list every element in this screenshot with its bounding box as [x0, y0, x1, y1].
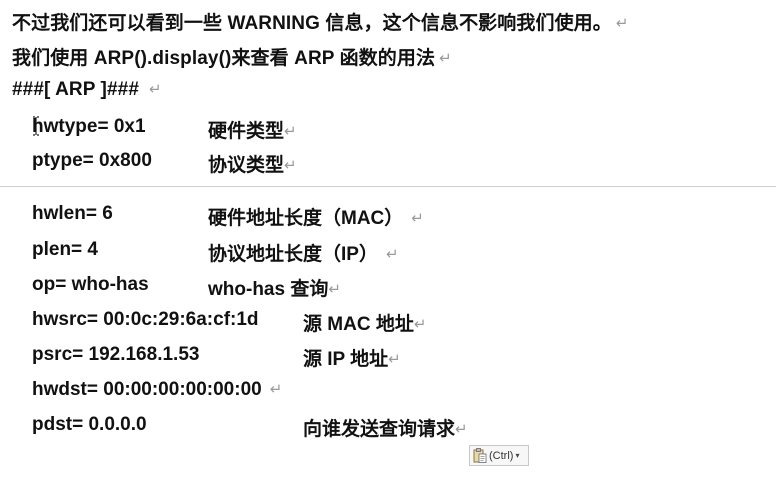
- field-description: who-has 查询↵: [208, 279, 341, 300]
- field-text: psrc= 192.168.1.53: [32, 344, 200, 365]
- field-text: hwsrc= 00:0c:29:6a:cf:1d: [32, 309, 259, 330]
- field-description: 硬件地址长度（MAC） ↵: [208, 208, 424, 229]
- field-row-pdst: pdst= 0.0.0.0 向谁发送查询请求↵: [32, 414, 752, 440]
- paste-options-button[interactable]: (Ctrl) ▾: [469, 445, 529, 466]
- paragraph-mark: ↵: [615, 15, 629, 32]
- intro-line-1: 不过我们还可以看到一些 WARNING 信息，这个信息不影响我们使用。 ↵: [12, 8, 629, 35]
- field-row-plen: plen= 4 协议地址长度（IP） ↵: [32, 239, 752, 265]
- field-description: 向谁发送查询请求↵: [303, 419, 468, 440]
- document-page[interactable]: 不过我们还可以看到一些 WARNING 信息，这个信息不影响我们使用。 ↵ 我们使…: [0, 0, 776, 477]
- intro-line-2: 我们使用 ARP().display()来查看 ARP 函数的用法 ↵: [12, 43, 452, 70]
- intro-line-3: ###[ ARP ]### ↵: [12, 79, 162, 101]
- paragraph-mark: ↵: [148, 81, 162, 98]
- field-text: hwlen= 6: [32, 203, 113, 224]
- intro-text-2: 我们使用 ARP().display()来查看 ARP 函数的用法: [12, 48, 436, 69]
- field-row-hwsrc: hwsrc= 00:0c:29:6a:cf:1d 源 MAC 地址↵: [32, 309, 752, 335]
- field-text: hwdst= 00:00:00:00:00:00 ↵: [32, 379, 283, 400]
- paragraph-mark: ↵: [439, 50, 452, 67]
- field-text: pdst= 0.0.0.0: [32, 414, 147, 435]
- intro-text-1: 不过我们还可以看到一些 WARNING 信息，这个信息不影响我们使用。: [12, 13, 612, 34]
- field-text: ptype= 0x800: [32, 150, 152, 171]
- paste-options-label: (Ctrl): [489, 449, 514, 462]
- field-description: 源 IP 地址↵: [303, 349, 401, 370]
- clipboard-icon: [473, 448, 487, 463]
- page-break-divider: [0, 186, 776, 187]
- field-description: 源 MAC 地址↵: [303, 314, 427, 335]
- field-row-hwdst: hwdst= 00:00:00:00:00:00 ↵: [32, 379, 752, 405]
- field-description: 协议地址长度（IP） ↵: [208, 244, 399, 265]
- field-row-hwtype: hwtype= 0x1 硬件类型↵: [32, 116, 752, 142]
- field-text: hwtype= 0x1: [32, 116, 146, 137]
- field-description: 硬件类型↵: [208, 121, 297, 142]
- field-row-op: op= who-has who-has 查询↵: [32, 274, 752, 300]
- chevron-down-icon: ▾: [515, 451, 520, 460]
- field-row-ptype: ptype= 0x800 协议类型↵: [32, 150, 752, 176]
- field-row-psrc: psrc= 192.168.1.53 源 IP 地址↵: [32, 344, 752, 370]
- field-text: op= who-has: [32, 274, 149, 295]
- field-text: plen= 4: [32, 239, 98, 260]
- field-description: 协议类型↵: [208, 155, 297, 176]
- arp-header-text: ###[ ARP ]###: [12, 79, 139, 100]
- field-row-hwlen: hwlen= 6 硬件地址长度（MAC） ↵: [32, 203, 752, 229]
